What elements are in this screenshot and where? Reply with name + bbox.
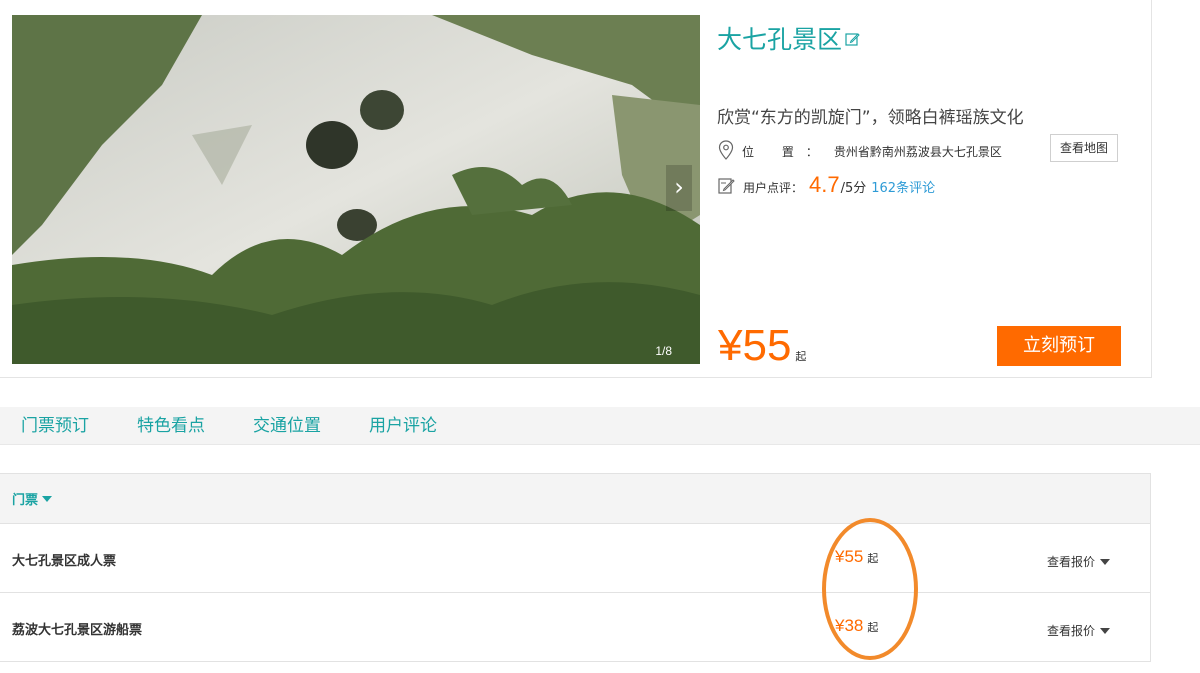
review-count-link[interactable]: 162条评论 xyxy=(871,177,935,196)
rating-label: 用户点评： xyxy=(743,181,804,195)
gallery-counter: 1/8 xyxy=(655,344,672,358)
ticket-price: ¥55 起 xyxy=(835,547,878,567)
scenic-title: 大七孔景区 xyxy=(717,20,860,56)
tab-user-reviews[interactable]: 用户评论 xyxy=(369,407,437,444)
scenic-slogan: 欣赏“东方的凯旋门”，领略白裤瑶族文化 xyxy=(717,108,1024,128)
rating-max: /5分 xyxy=(840,181,867,196)
view-quote-label: 查看报价 xyxy=(1047,624,1096,638)
table-row: 大七孔景区成人票 ¥55 起 查看报价 xyxy=(0,524,1150,593)
ticket-name: 大七孔景区成人票 xyxy=(12,554,117,569)
tab-transport[interactable]: 交通位置 xyxy=(253,407,321,444)
rating-row: 用户点评： 4.7 /5分 162条评论 xyxy=(718,172,935,202)
edit-icon[interactable] xyxy=(845,24,860,53)
price-suffix: 起 xyxy=(795,351,807,363)
caret-down-icon xyxy=(1100,559,1111,565)
table-row: 荔波大七孔景区游船票 ¥38 起 查看报价 xyxy=(0,593,1150,662)
view-quote-button[interactable]: 查看报价 xyxy=(1047,622,1111,639)
caret-down-icon xyxy=(42,495,53,502)
rating-score: 4.7 xyxy=(809,172,840,197)
price-amount: ¥55 xyxy=(718,321,792,370)
ticket-price: ¥38 起 xyxy=(835,616,878,636)
location-pin-icon xyxy=(718,139,734,163)
ticket-category-header[interactable]: 门票 xyxy=(0,474,1150,524)
caret-down-icon xyxy=(1100,628,1111,634)
chevron-right-icon[interactable]: › xyxy=(666,165,692,211)
ticket-table: 门票 大七孔景区成人票 ¥55 起 查看报价 荔波大七孔景区游船票 ¥38 起 查看… xyxy=(0,473,1151,662)
section-tabs: 门票预订 特色看点 交通位置 用户评论 xyxy=(0,407,1200,445)
ticket-price-suffix: 起 xyxy=(867,622,879,634)
ticket-price-suffix: 起 xyxy=(867,553,879,565)
ticket-category-label: 门票 xyxy=(12,493,39,508)
scenic-photo xyxy=(12,15,700,364)
page: › 1/8 大七孔景区 欣赏“东方的凯旋门”，领略白裤瑶族文化 位 置： 贵州省… xyxy=(0,0,1200,673)
location-row: 位 置： 贵州省黔南州荔波县大七孔景区 xyxy=(718,139,1002,163)
scenic-name: 大七孔景区 xyxy=(717,25,843,54)
book-now-button[interactable]: 立刻预订 xyxy=(997,326,1121,366)
location-value: 贵州省黔南州荔波县大七孔景区 xyxy=(833,144,1002,159)
tab-highlights[interactable]: 特色看点 xyxy=(137,407,205,444)
location-label: 位 置： xyxy=(742,144,830,159)
photo-gallery[interactable]: › 1/8 xyxy=(12,15,700,364)
view-quote-label: 查看报价 xyxy=(1047,555,1096,569)
price-block: ¥55 起 xyxy=(718,322,806,370)
view-quote-button[interactable]: 查看报价 xyxy=(1047,553,1111,570)
ticket-name: 荔波大七孔景区游船票 xyxy=(12,623,143,638)
view-map-button[interactable]: 查看地图 xyxy=(1050,134,1118,162)
ticket-price-amount: ¥38 xyxy=(835,616,864,635)
tab-ticket-booking[interactable]: 门票预订 xyxy=(21,407,89,444)
ticket-price-amount: ¥55 xyxy=(835,547,864,566)
scenic-card: › 1/8 大七孔景区 欣赏“东方的凯旋门”，领略白裤瑶族文化 位 置： 贵州省… xyxy=(0,0,1152,378)
review-icon xyxy=(718,177,735,198)
